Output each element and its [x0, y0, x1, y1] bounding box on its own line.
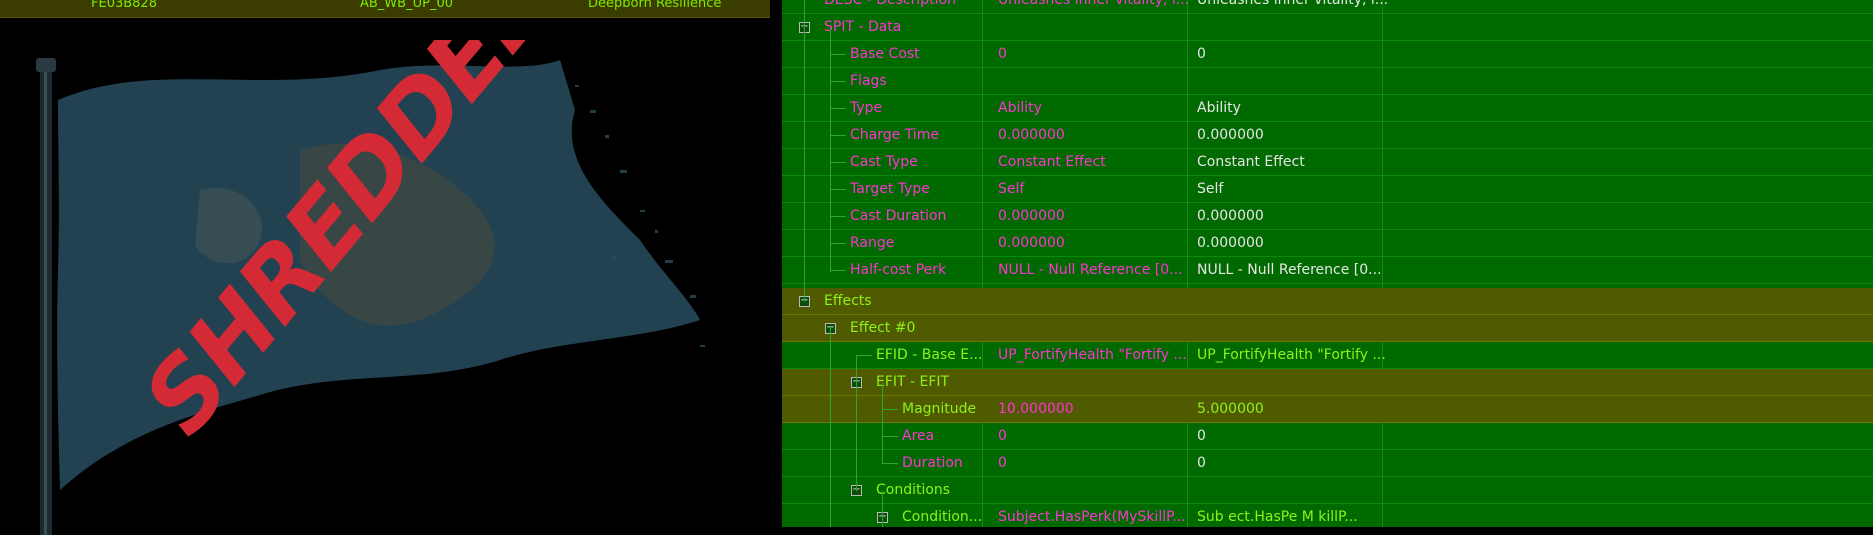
row-value-1: UP_FortifyHealth "Fortify ... [998, 347, 1187, 363]
row-value-1: Unleashes inner vitality, i... [998, 0, 1190, 8]
row-value-2: Sub ect.HasPe M killP... [1197, 509, 1358, 525]
tree-row-area[interactable]: Area 0 0 [782, 423, 1873, 450]
tree-row-type[interactable]: Type Ability Ability [782, 95, 1873, 122]
row-value-2: NULL - Null Reference [0... [1197, 262, 1382, 278]
tree-row-cast-duration[interactable]: Cast Duration 0.000000 0.000000 [782, 203, 1873, 230]
row-value-2: 5.000000 [1197, 401, 1264, 417]
tree-connector [882, 383, 883, 463]
record-detail-tree[interactable]: DESC - Description Unleashes inner vital… [782, 0, 1873, 527]
tree-row-flags[interactable]: Flags [782, 68, 1873, 95]
tree-connector [882, 491, 883, 527]
row-label: Half-cost Perk [850, 262, 947, 278]
row-value-2: 0.000000 [1197, 127, 1264, 143]
tree-connector [830, 28, 831, 272]
row-value-2: Constant Effect [1197, 154, 1305, 170]
row-label: Duration [902, 455, 963, 471]
row-label: Condition... [902, 509, 983, 525]
row-value-2: 0.000000 [1197, 235, 1264, 251]
form-id-cell: FE03B828 [91, 0, 157, 11]
tree-row-spit[interactable]: − SPIT - Data [782, 14, 1873, 41]
tree-row-desc[interactable]: DESC - Description Unleashes inner vital… [782, 0, 1873, 14]
row-label: SPIT - Data [824, 19, 902, 35]
row-label: EFID - Base E... [876, 347, 983, 363]
row-value-2: Self [1197, 181, 1224, 197]
tree-row-cast-type[interactable]: Cast Type Constant Effect Constant Effec… [782, 149, 1873, 176]
row-value-1: 0.000000 [998, 208, 1065, 224]
row-value-1: 10.000000 [998, 401, 1074, 417]
tree-row-base-cost[interactable]: Base Cost 0 0 [782, 41, 1873, 68]
row-label: DESC - Description [824, 0, 956, 8]
tree-row-effect-0[interactable]: − Effect #0 [782, 315, 1873, 342]
editor-id-cell: AB_WB_UP_00 [360, 0, 453, 11]
row-value-2: Ability [1197, 100, 1241, 116]
row-value-1: 0.000000 [998, 127, 1065, 143]
row-label: Cast Duration [850, 208, 947, 224]
row-label: Range [850, 235, 895, 251]
tree-row-efid[interactable]: EFID - Base E... UP_FortifyHealth "Forti… [782, 342, 1873, 369]
row-value-1: Subject.HasPerk(MySkillP... [998, 509, 1186, 525]
row-value-1: 0 [998, 455, 1007, 471]
row-value-1: 0 [998, 428, 1007, 444]
record-name-cell: Deepborn Resilience [588, 0, 722, 11]
tree-row-effects[interactable]: − Effects [782, 288, 1873, 315]
row-value-2: 0.000000 [1197, 208, 1264, 224]
row-label: Target Type [850, 181, 930, 197]
row-value-2: UP_FortifyHealth "Fortify ... [1197, 347, 1386, 363]
row-label: Base Cost [850, 46, 920, 62]
row-value-1: Ability [998, 100, 1042, 116]
row-value-1: Self [998, 181, 1025, 197]
row-label: Effects [824, 293, 872, 309]
record-list-row[interactable]: FE03B828 AB_WB_UP_00 Deepborn Resilience [0, 0, 770, 18]
row-label: Charge Time [850, 127, 939, 143]
tree-row-conditions[interactable]: − Conditions [782, 477, 1873, 504]
tree-connector [856, 356, 857, 491]
row-value-1: NULL - Null Reference [0... [998, 262, 1183, 278]
tree-connector [830, 328, 831, 527]
tree-row-efit[interactable]: − EFIT - EFIT [782, 369, 1873, 396]
tree-connector [804, 0, 805, 300]
shredded-flag-image: SHREDDED [36, 40, 705, 535]
row-label: EFIT - EFIT [876, 374, 950, 390]
row-label: Cast Type [850, 154, 918, 170]
row-value-1: Constant Effect [998, 154, 1106, 170]
bottom-strip [782, 527, 1873, 535]
left-pane: FE03B828 AB_WB_UP_00 Deepborn Resilience… [0, 0, 770, 535]
row-label: Area [902, 428, 935, 444]
row-label: Effect #0 [850, 320, 916, 336]
tree-row-duration[interactable]: Duration 0 0 [782, 450, 1873, 477]
row-value-2: 0 [1197, 46, 1206, 62]
tree-row-range[interactable]: Range 0.000000 0.000000 [782, 230, 1873, 257]
row-value-2: 0 [1197, 455, 1206, 471]
row-label: Magnitude [902, 401, 977, 417]
tree-row-condition[interactable]: + Condition... Subject.HasPerk(MySkillP.… [782, 504, 1873, 527]
row-value-1: 0 [998, 46, 1007, 62]
row-value-2: Unleashes inner vitality, i... [1197, 0, 1387, 8]
row-value-2: 0 [1197, 428, 1206, 444]
tree-row-half-cost-perk[interactable]: Half-cost Perk NULL - Null Reference [0.… [782, 257, 1873, 284]
row-label: Type [850, 100, 883, 116]
tree-row-charge-time[interactable]: Charge Time 0.000000 0.000000 [782, 122, 1873, 149]
row-value-1: 0.000000 [998, 235, 1065, 251]
row-label: Flags [850, 73, 887, 89]
row-label: Conditions [876, 482, 951, 498]
tree-row-magnitude[interactable]: Magnitude 10.000000 5.000000 [782, 396, 1873, 423]
tree-row-target-type[interactable]: Target Type Self Self [782, 176, 1873, 203]
